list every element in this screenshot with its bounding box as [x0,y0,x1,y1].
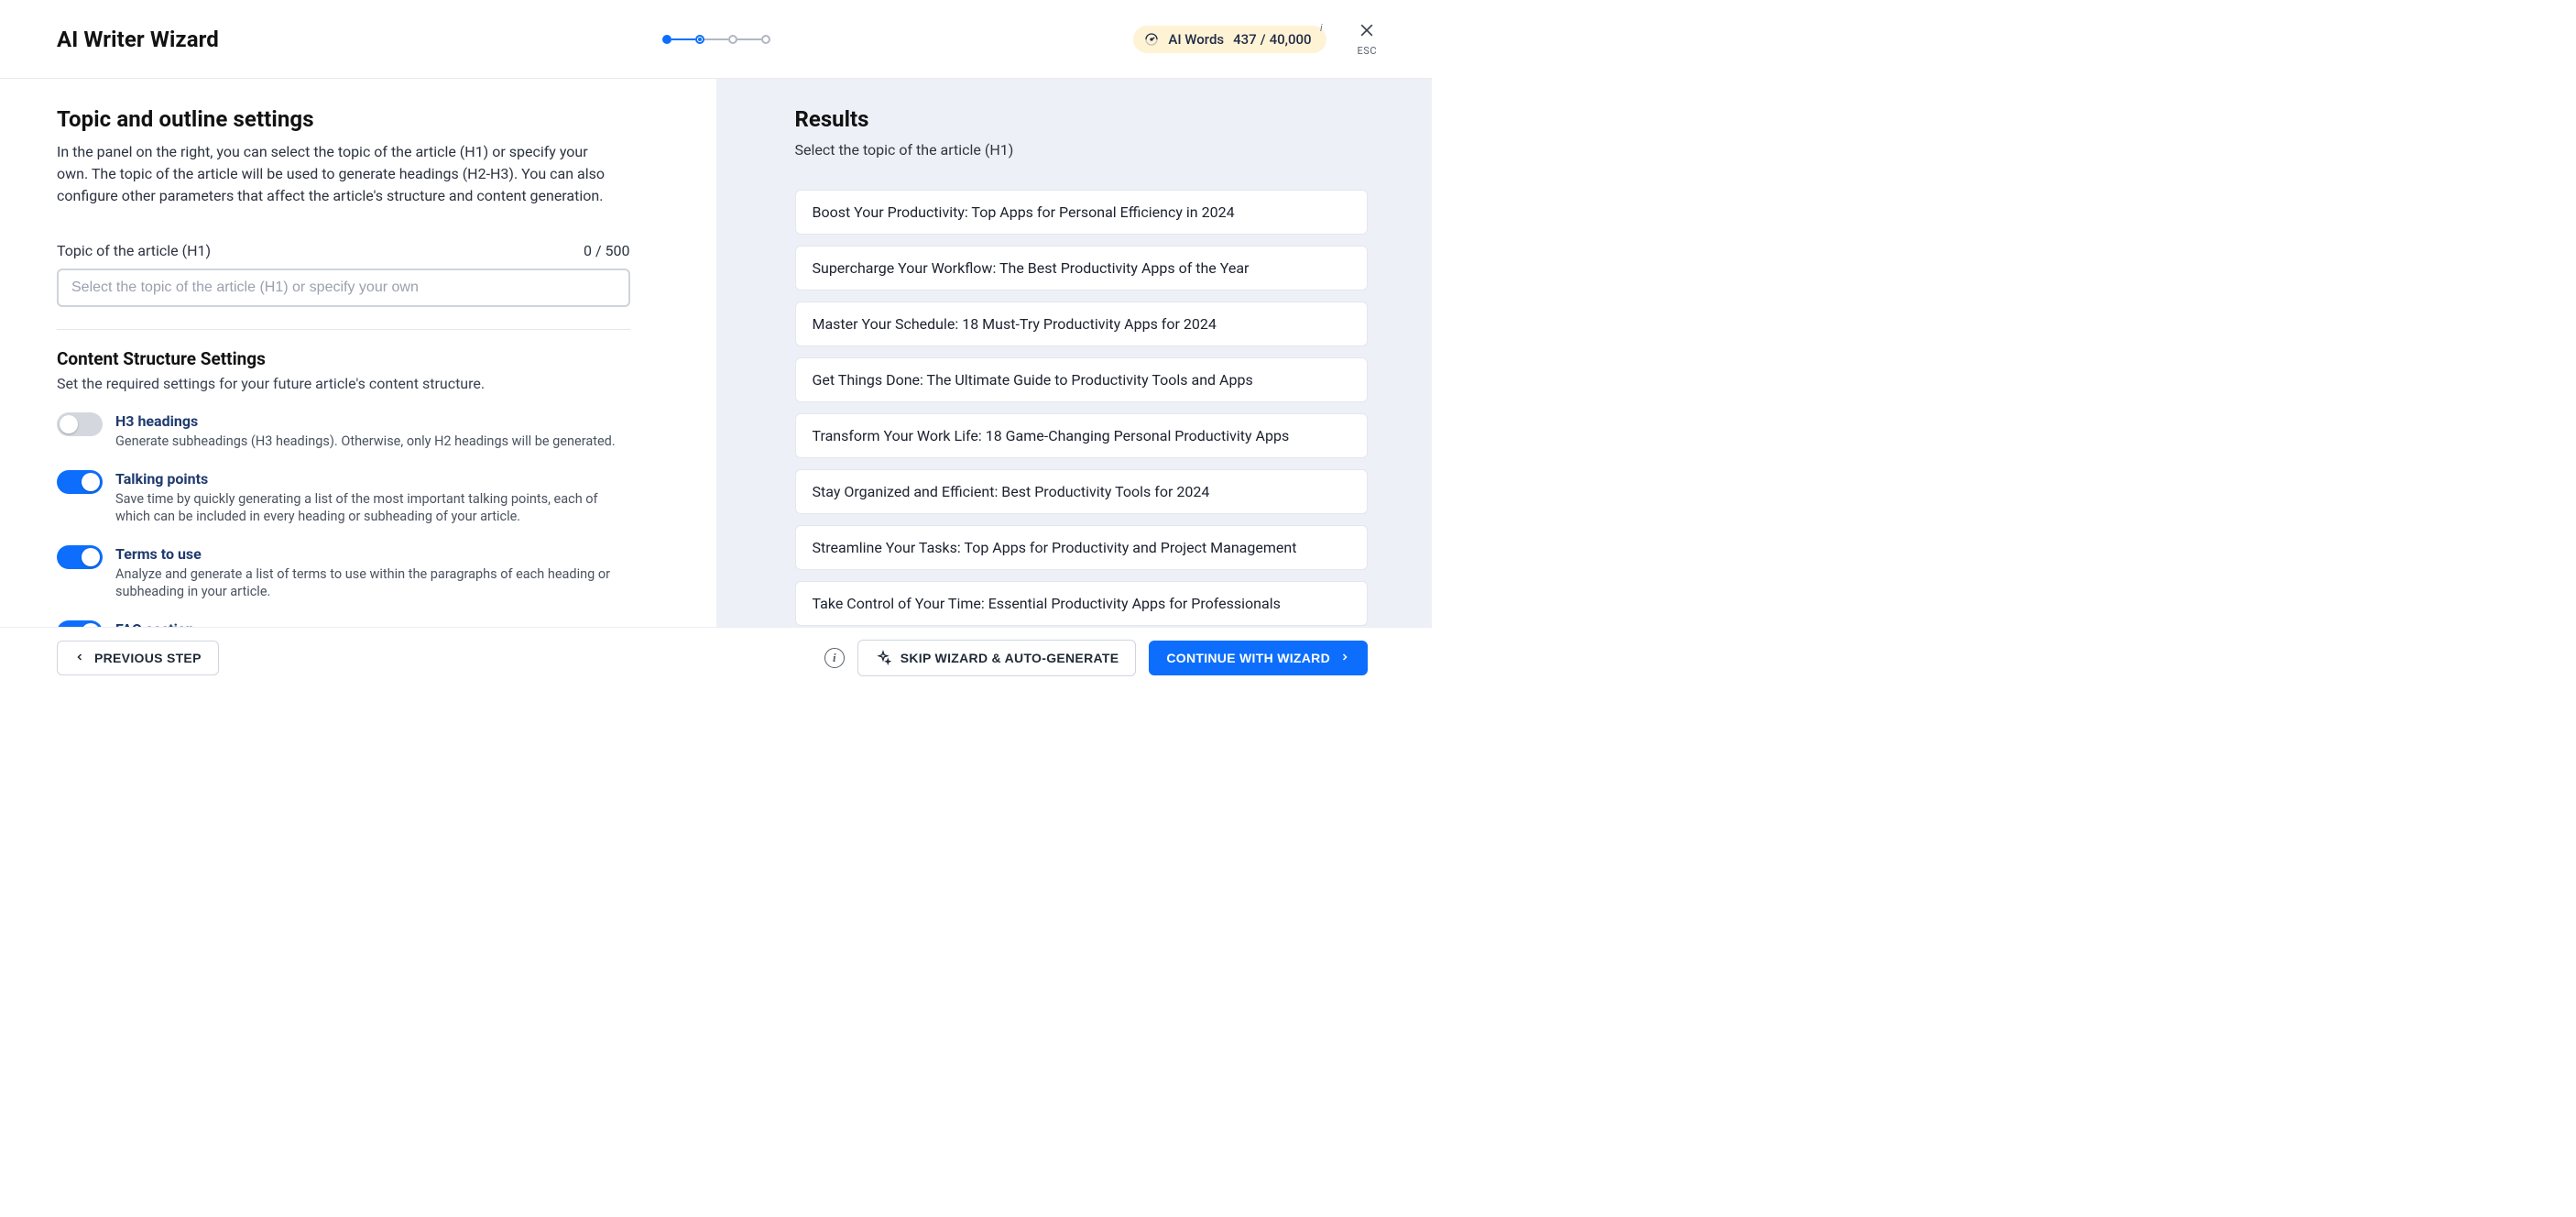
section-description: In the panel on the right, you can selec… [57,141,616,207]
step-2-dot[interactable] [695,35,704,44]
topic-label: Topic of the article (H1) [57,242,211,259]
toggle-text: Terms to use Analyze and generate a list … [115,545,630,600]
wizard-stepper [662,35,770,44]
result-item[interactable]: Boost Your Productivity: Top Apps for Pe… [795,190,1369,235]
footer: PREVIOUS STEP i SKIP WIZARD & AUTO-GENER… [0,627,1432,687]
sparkle-icon [875,650,891,666]
result-item[interactable]: Streamline Your Tasks: Top Apps for Prod… [795,525,1369,570]
toggle-row-talking: Talking points Save time by quickly gener… [57,470,630,525]
result-item[interactable]: Transform Your Work Life: 18 Game-Changi… [795,413,1369,458]
toggle-faq[interactable] [57,620,103,627]
toggle-title: Terms to use [115,545,630,563]
info-icon[interactable]: i [1320,22,1323,34]
ai-words-count: 437 / 40,000 [1233,31,1311,48]
toggle-title: Talking points [115,470,630,488]
section-title: Topic and outline settings [57,106,630,132]
page-title: AI Writer Wizard [57,27,219,52]
chevron-left-icon [74,651,85,665]
ai-words-label: AI Words [1168,31,1224,48]
info-icon[interactable]: i [824,648,845,668]
esc-label: ESC [1358,45,1377,57]
body: Topic and outline settings In the panel … [0,79,1432,627]
previous-step-button[interactable]: PREVIOUS STEP [57,641,219,675]
toggle-desc: Save time by quickly generating a list o… [115,490,630,525]
header: AI Writer Wizard AI Words [0,0,1432,79]
results-subtitle: Select the topic of the article (H1) [795,141,1369,159]
results-list: Boost Your Productivity: Top Apps for Pe… [795,190,1369,626]
toggle-terms[interactable] [57,545,103,569]
left-panel: Topic and outline settings In the panel … [0,79,716,627]
close-icon [1358,21,1376,43]
step-3-dot[interactable] [728,35,737,44]
topic-char-counter: 0 / 500 [584,242,630,259]
step-line [671,38,695,40]
step-1-dot[interactable] [662,35,671,44]
step-line [704,38,728,40]
ai-words-badge[interactable]: AI Words 437 / 40,000 i [1133,26,1326,53]
divider [57,329,630,330]
toggle-text: FAQ section [115,620,194,627]
toggle-text: Talking points Save time by quickly gener… [115,470,630,525]
result-item[interactable]: Stay Organized and Efficient: Best Produ… [795,469,1369,514]
continue-wizard-label: CONTINUE WITH WIZARD [1166,651,1330,665]
toggle-row-terms: Terms to use Analyze and generate a list … [57,545,630,600]
previous-step-label: PREVIOUS STEP [94,651,202,665]
gauge-icon [1144,32,1159,47]
result-item[interactable]: Master Your Schedule: 18 Must-Try Produc… [795,302,1369,346]
toggle-talking[interactable] [57,470,103,494]
toggle-row-h3: H3 headings Generate subheadings (H3 head… [57,412,630,450]
toggle-title: H3 headings [115,412,616,430]
results-title: Results [795,106,1369,132]
toggle-desc: Generate subheadings (H3 headings). Othe… [115,433,616,450]
toggle-desc: Analyze and generate a list of terms to … [115,565,630,600]
result-item[interactable]: Supercharge Your Workflow: The Best Prod… [795,246,1369,291]
results-panel: Results Select the topic of the article … [716,79,1433,627]
toggle-row-faq: FAQ section [57,620,630,627]
skip-wizard-button[interactable]: SKIP WIZARD & AUTO-GENERATE [857,640,1137,676]
toggle-h3[interactable] [57,412,103,436]
step-4-dot[interactable] [761,35,770,44]
close-button[interactable]: ESC [1358,21,1377,57]
result-item[interactable]: Get Things Done: The Ultimate Guide to P… [795,357,1369,402]
topic-input[interactable] [57,269,630,307]
skip-wizard-label: SKIP WIZARD & AUTO-GENERATE [901,651,1119,665]
chevron-right-icon [1339,651,1350,665]
result-item[interactable]: Take Control of Your Time: Essential Pro… [795,581,1369,626]
structure-description: Set the required settings for your futur… [57,375,630,392]
step-line [737,38,761,40]
continue-wizard-button[interactable]: CONTINUE WITH WIZARD [1149,641,1368,675]
structure-title: Content Structure Settings [57,348,630,369]
toggle-title: FAQ section [115,620,194,627]
toggle-text: H3 headings Generate subheadings (H3 head… [115,412,616,450]
